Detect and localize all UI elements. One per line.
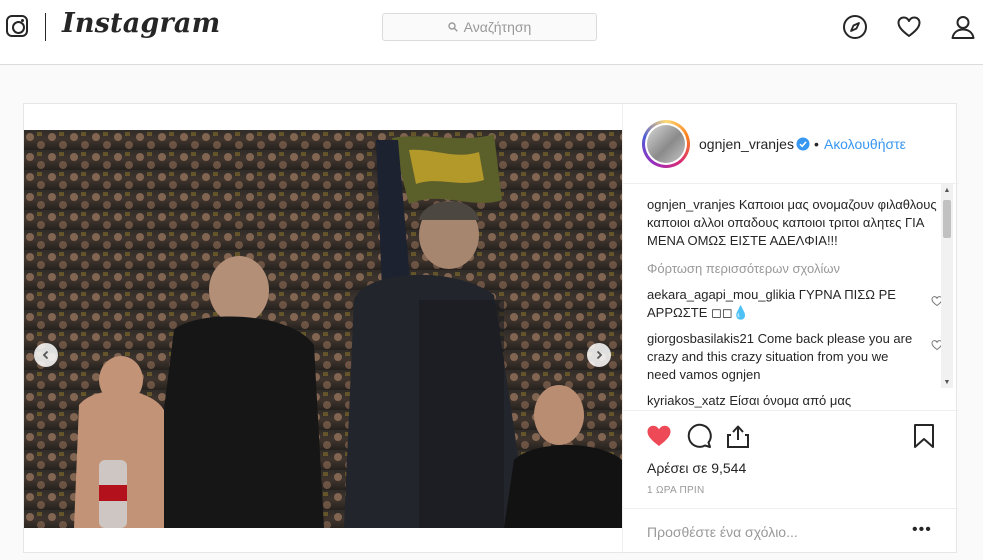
comment-username[interactable]: giorgosbasilakis21 <box>647 331 754 346</box>
search-icon <box>447 22 458 32</box>
chevron-left-icon <box>42 350 49 360</box>
nav-divider <box>45 13 46 41</box>
search-box[interactable]: Αναζήτηση <box>382 13 597 41</box>
add-comment-bar: ••• <box>623 508 959 554</box>
comment-bubble-icon[interactable] <box>685 422 713 450</box>
add-comment-input[interactable] <box>647 523 887 541</box>
caption-username[interactable]: ognjen_vranjes <box>647 197 735 212</box>
post-image <box>24 130 622 528</box>
post-caption: ognjen_vranjes Καποιοι μας ονομαζουν φιλ… <box>647 196 943 250</box>
save-bookmark-icon[interactable] <box>910 422 938 450</box>
verified-badge-icon <box>796 137 810 151</box>
follow-button[interactable]: Ακολουθήστε <box>824 136 906 152</box>
comment-text: Είσαι όνομα από μας <box>729 393 852 408</box>
more-options-button[interactable]: ••• <box>912 521 932 539</box>
scroll-thumb[interactable] <box>943 200 951 238</box>
post-sidebar: ognjen_vranjes • Ακολουθήστε ognjen_vran… <box>622 104 959 554</box>
avatar[interactable] <box>642 120 690 168</box>
post-card: ognjen_vranjes • Ακολουθήστε ognjen_vran… <box>23 103 959 554</box>
comments-section: ognjen_vranjes Καποιοι μας ονομαζουν φιλ… <box>623 184 959 410</box>
comment-item: aekara_agapi_mou_glikia ΓΥΡΝΑ ΠΙΣΩ ΡΕ ΑΡ… <box>647 286 943 322</box>
post-username[interactable]: ognjen_vranjes <box>699 136 794 152</box>
instagram-glyph-icon[interactable] <box>6 15 28 37</box>
activity-heart-icon[interactable] <box>896 14 922 40</box>
comment-username[interactable]: aekara_agapi_mou_glikia <box>647 287 795 302</box>
post-timestamp[interactable]: 1 ΩΡΑ ΠΡΙΝ <box>647 485 705 496</box>
comment-item: kyriakos_xatz Είσαι όνομα από μας <box>647 392 943 410</box>
post-photo[interactable] <box>24 130 622 528</box>
search-placeholder: Αναζήτηση <box>463 19 532 35</box>
post-actions: Αρέσει σε 9,544 1 ΩΡΑ ΠΡΙΝ <box>623 410 959 508</box>
comments-scrollbar[interactable]: ▲ ▼ <box>941 184 953 388</box>
likes-count[interactable]: Αρέσει σε 9,544 <box>647 460 746 476</box>
carousel-next-button[interactable] <box>587 343 611 367</box>
explore-compass-icon[interactable] <box>842 14 868 40</box>
comment-item: giorgosbasilakis21 Come back please you … <box>647 330 943 384</box>
like-heart-icon[interactable] <box>645 422 673 450</box>
share-icon[interactable] <box>724 422 752 450</box>
comment-username[interactable]: kyriakos_xatz <box>647 393 726 408</box>
top-navigation: Instagram Αναζήτηση <box>0 0 983 65</box>
chevron-right-icon <box>596 350 603 360</box>
scroll-down-arrow-icon[interactable]: ▼ <box>941 376 953 388</box>
profile-icon[interactable] <box>950 14 976 40</box>
post-header: ognjen_vranjes • Ακολουθήστε <box>623 104 959 184</box>
scroll-up-arrow-icon[interactable]: ▲ <box>941 184 953 196</box>
instagram-wordmark[interactable]: Instagram <box>62 8 220 39</box>
carousel-prev-button[interactable] <box>34 343 58 367</box>
load-more-comments[interactable]: Φόρτωση περισσότερων σχολίων <box>647 260 943 278</box>
follow-separator: • <box>814 136 819 152</box>
